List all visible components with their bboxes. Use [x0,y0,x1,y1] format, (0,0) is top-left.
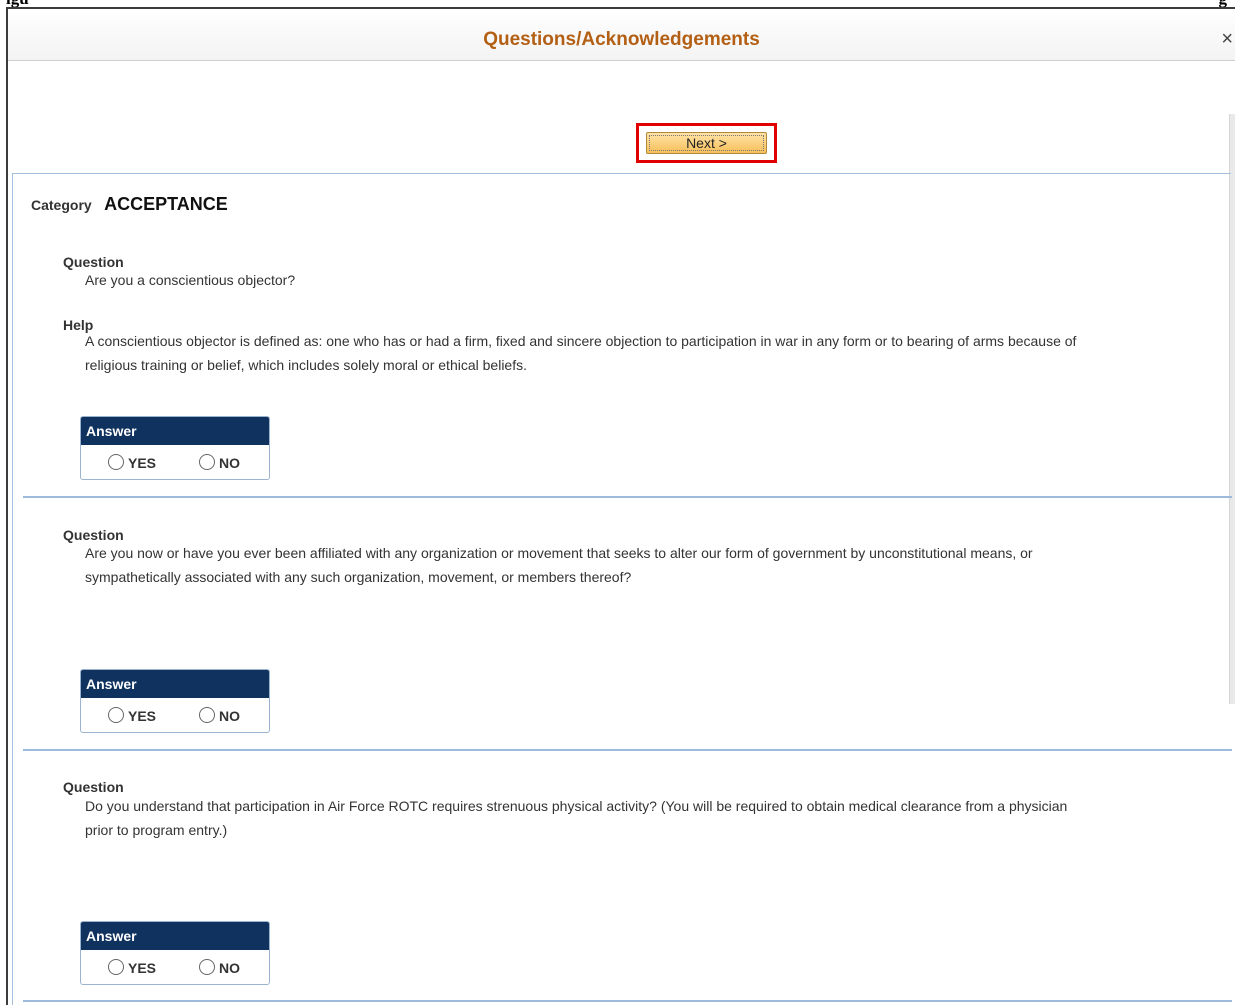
radio-button[interactable] [199,958,215,975]
question-text-line: Are you a conscientious objector? [85,272,296,288]
question-text: Do you understand that participation in … [85,794,1228,842]
yes-label: YES [128,455,157,471]
category-label: Category [31,197,92,213]
close-icon[interactable]: × [1221,28,1233,50]
next-button-highlight: Next > [636,123,777,163]
answer-header: Answer [81,417,269,445]
questions-panel: Category ACCEPTANCE Question Are you a c… [12,173,1232,1005]
answer-box: Answer YES NO [80,416,270,480]
answer-header: Answer [81,922,269,950]
no-label: NO [219,455,240,471]
question-label: Question [63,779,124,795]
answer-box: Answer YES NO [80,669,270,733]
answer-no-option[interactable]: NO [199,452,240,471]
modal-header: Questions/Acknowledgements × [8,9,1235,61]
answer-options: YES NO [81,698,269,732]
answer-no-option[interactable]: NO [199,705,240,724]
help-text-line: religious training or belief, which incl… [85,357,527,373]
radio-button[interactable] [199,453,215,470]
radio-button[interactable] [199,706,215,723]
modal-title: Questions/Acknowledgements [483,29,760,50]
radio-button[interactable] [108,958,124,975]
answer-box: Answer YES NO [80,921,270,985]
yes-label: YES [128,960,157,976]
question-text-line: Are you now or have you ever been affili… [85,545,1033,561]
answer-options: YES NO [81,445,269,479]
question-text-line: Do you understand that participation in … [85,798,1068,814]
question-text: Are you a conscientious objector? [85,268,1228,292]
question-divider [23,496,1232,498]
answer-yes-option[interactable]: YES [108,452,156,471]
radio-button[interactable] [108,706,124,723]
question-divider [23,749,1232,751]
question-divider [23,1000,1232,1002]
question-text-line: sympathetically associated with any such… [85,569,632,585]
next-button[interactable]: Next > [646,132,767,154]
question-text: Are you now or have you ever been affili… [85,541,1228,589]
yes-label: YES [128,708,157,724]
question-text-line: prior to program entry.) [85,822,228,838]
questions-modal: Questions/Acknowledgements × Next > Cate… [6,7,1235,1005]
help-text: A conscientious objector is defined as: … [85,329,1228,377]
answer-no-option[interactable]: NO [199,957,240,976]
answer-yes-option[interactable]: YES [108,705,156,724]
answer-options: YES NO [81,950,269,984]
radio-button[interactable] [108,453,124,470]
answer-yes-option[interactable]: YES [108,957,156,976]
answer-header: Answer [81,670,269,698]
category: Category ACCEPTANCE [31,194,228,215]
no-label: NO [219,960,240,976]
no-label: NO [219,708,240,724]
help-text-line: A conscientious objector is defined as: … [85,333,1077,349]
category-value: ACCEPTANCE [104,194,228,214]
